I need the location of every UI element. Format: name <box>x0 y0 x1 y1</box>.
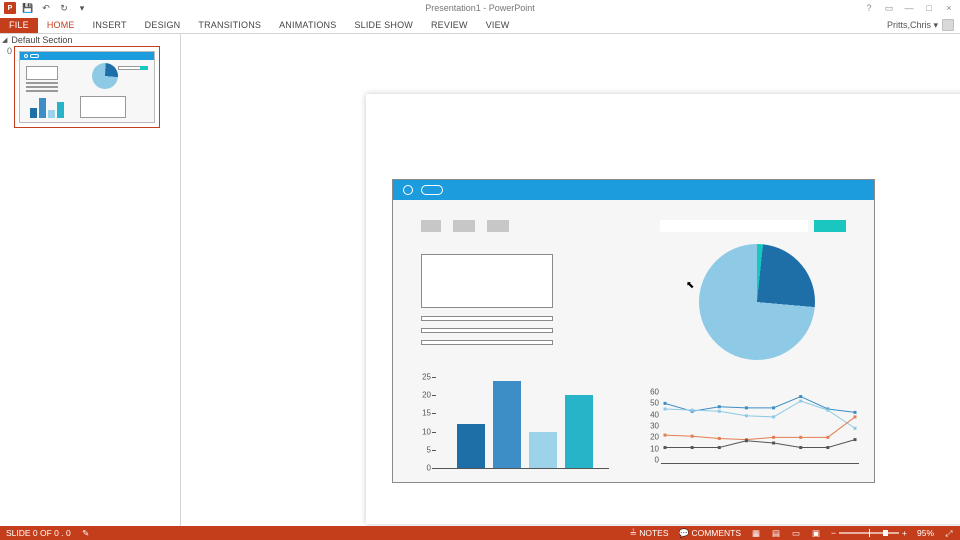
slide-thumbnail-content <box>19 51 155 123</box>
normal-view-icon[interactable]: ▦ <box>751 528 761 538</box>
bar-ytick <box>432 377 436 378</box>
zoom-in-icon[interactable]: + <box>902 528 907 538</box>
bar <box>529 432 557 468</box>
bar-ytick-label: 20 <box>413 391 431 400</box>
mock-search <box>660 220 808 232</box>
mock-tabs <box>421 220 509 232</box>
circle-icon <box>403 185 413 195</box>
redo-icon[interactable]: ↻ <box>58 2 70 14</box>
tab-review[interactable]: REVIEW <box>422 18 477 33</box>
collapse-icon: ◢ <box>2 36 7 44</box>
slide-indicator: SLIDE 0 OF 0 . 0 <box>6 528 71 538</box>
bar-x-axis <box>435 468 609 469</box>
sorter-view-icon[interactable]: ▤ <box>771 528 781 538</box>
mock-textline <box>421 316 553 321</box>
zoom-value[interactable]: 95% <box>917 528 934 538</box>
spellcheck-icon[interactable]: ✎ <box>81 528 91 538</box>
line-ytick-label: 20 <box>645 433 659 442</box>
bar-ytick <box>432 468 436 469</box>
account-menu[interactable]: Pritts,Chris ▾ <box>887 19 954 31</box>
bar-ytick-label: 15 <box>413 409 431 418</box>
fit-slide-icon[interactable]: ⤢ <box>944 528 954 538</box>
mock-dashboard-shape[interactable]: 0 5 10 15 20 25 0 10 20 30 40 50 60 <box>392 179 875 483</box>
pill-icon <box>421 185 443 195</box>
line-chart: 0 10 20 30 40 50 60 <box>645 390 859 468</box>
tab-slideshow[interactable]: SLIDE SHOW <box>345 18 422 33</box>
mock-header <box>393 180 874 200</box>
line-ytick-label: 50 <box>645 399 659 408</box>
tab-view[interactable]: VIEW <box>477 18 519 33</box>
bar <box>565 395 593 468</box>
line-ytick-label: 60 <box>645 388 659 397</box>
undo-icon[interactable]: ↶ <box>40 2 52 14</box>
line-ytick-label: 0 <box>645 456 659 465</box>
slide-thumbnail-pane[interactable]: ◢ Default Section 0 <box>0 34 180 526</box>
mock-search-button <box>814 220 846 232</box>
quick-access-toolbar: P 💾 ↶ ↻ ▾ Presentation1 - PowerPoint ? ▭… <box>0 0 960 16</box>
tab-insert[interactable]: INSERT <box>84 18 136 33</box>
slideshow-view-icon[interactable]: ▣ <box>811 528 821 538</box>
maximize-icon[interactable]: □ <box>920 1 938 15</box>
line-ytick-label: 40 <box>645 410 659 419</box>
mock-tab <box>453 220 475 232</box>
reading-view-icon[interactable]: ▭ <box>791 528 801 538</box>
minimize-icon[interactable]: — <box>900 1 918 15</box>
app-letter: P <box>8 5 13 12</box>
mock-tab <box>487 220 509 232</box>
bar-ytick-label: 5 <box>413 445 431 454</box>
ribbon-display-icon[interactable]: ▭ <box>880 1 898 15</box>
tab-transitions[interactable]: TRANSITIONS <box>189 18 270 33</box>
bar-ytick-label: 10 <box>413 427 431 436</box>
qat-dropdown-icon[interactable]: ▾ <box>76 2 88 14</box>
bar-ytick <box>432 450 436 451</box>
line-chart-svg <box>661 390 859 464</box>
status-bar: SLIDE 0 OF 0 . 0 ✎ ≟ NOTES 💬 COMMENTS ▦ … <box>0 526 960 540</box>
save-icon[interactable]: 💾 <box>22 2 34 14</box>
zoom-slider[interactable]: − + <box>831 528 907 538</box>
help-icon[interactable]: ? <box>860 1 878 15</box>
ribbon-tabs: FILE HOME INSERT DESIGN TRANSITIONS ANIM… <box>0 16 960 34</box>
section-label: Default Section <box>11 35 72 45</box>
mock-card <box>421 254 553 308</box>
bar <box>493 381 521 468</box>
bar-ytick-label: 25 <box>413 373 431 382</box>
user-name: Pritts,Chris ▾ <box>887 20 938 31</box>
mock-tab <box>421 220 441 232</box>
comments-label: COMMENTS <box>691 528 741 538</box>
line-ytick-label: 30 <box>645 422 659 431</box>
bar-ytick <box>432 395 436 396</box>
zoom-out-icon[interactable]: − <box>831 528 836 538</box>
tab-home[interactable]: HOME <box>38 18 84 33</box>
tab-design[interactable]: DESIGN <box>136 18 190 33</box>
close-icon[interactable]: × <box>940 1 958 15</box>
pie-chart <box>699 244 815 360</box>
tab-animations[interactable]: ANIMATIONS <box>270 18 345 33</box>
slide-number: 0 <box>4 46 12 56</box>
notes-button[interactable]: ≟ NOTES <box>630 528 669 539</box>
app-icon: P <box>4 2 16 14</box>
comments-button[interactable]: 💬 COMMENTS <box>679 528 742 539</box>
bar-ytick <box>432 413 436 414</box>
bar <box>457 424 485 468</box>
mock-textline <box>421 340 553 345</box>
section-header[interactable]: ◢ Default Section <box>0 34 180 46</box>
line-ytick-label: 10 <box>645 444 659 453</box>
mock-textline <box>421 328 553 333</box>
slide-thumbnail[interactable] <box>14 46 160 128</box>
tab-file[interactable]: FILE <box>0 18 38 33</box>
notes-label: NOTES <box>639 528 668 538</box>
avatar-icon <box>942 19 954 31</box>
bar-chart: 0 5 10 15 20 25 <box>413 375 609 475</box>
work-area: ◢ Default Section 0 <box>0 34 960 526</box>
slide-canvas[interactable]: 0510152025 0102030405060 ⬉ <box>180 34 960 526</box>
bar-ytick <box>432 432 436 433</box>
bar-ytick-label: 0 <box>413 464 431 473</box>
window-title: Presentation1 - PowerPoint <box>0 3 960 13</box>
